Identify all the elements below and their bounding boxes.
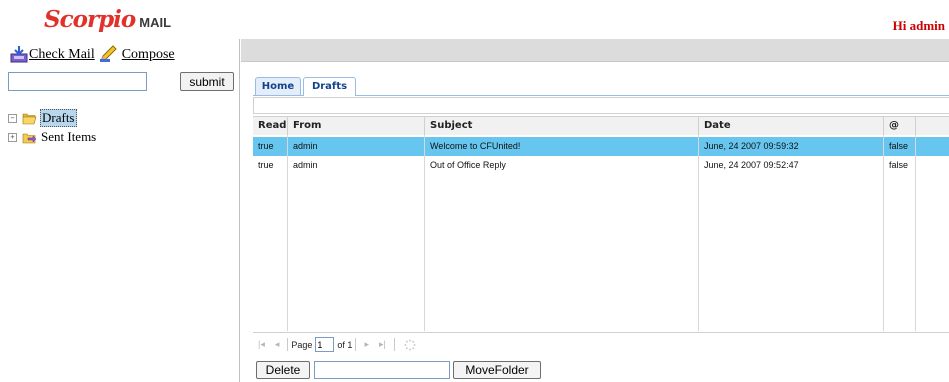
tab-strip: Home Drafts	[253, 77, 949, 96]
refresh-icon[interactable]	[404, 339, 416, 351]
page-label: Page	[291, 339, 313, 350]
grid-toolbar	[253, 97, 949, 114]
table-row[interactable]: true admin Out of Office Reply June, 24 …	[253, 156, 949, 175]
previous-page-icon[interactable]: ◂	[275, 339, 280, 350]
logo-suffix: MAIL	[139, 15, 172, 30]
toolbar-separator	[355, 338, 357, 351]
next-page-icon[interactable]: ▸	[364, 339, 369, 350]
folder-label: Sent Items	[41, 129, 97, 144]
column-header-attachment[interactable]: @	[884, 117, 916, 135]
paging-toolbar: |◂ ◂ Page of 1 ▸ ▸|	[253, 332, 949, 356]
folder-drafts[interactable]: − Drafts	[8, 109, 97, 127]
column-header-read[interactable]: Read	[253, 117, 288, 135]
sent-folder-icon	[22, 133, 37, 143]
cell-read: true	[258, 141, 274, 151]
mail-actions: Check Mail Compose	[10, 45, 175, 63]
toolbar-separator	[393, 338, 395, 351]
main-panel: Home Drafts Read From Subject Date @ tru…	[241, 39, 949, 382]
column-divider	[915, 135, 916, 331]
compose-link[interactable]: Compose	[99, 45, 175, 63]
column-header-subject[interactable]: Subject	[425, 117, 699, 135]
column-divider	[698, 135, 699, 331]
tab-home[interactable]: Home	[255, 77, 301, 95]
cell-date: June, 24 2007 09:59:32	[704, 141, 799, 151]
logo-brand: Scorpio	[44, 6, 136, 33]
move-folder-input[interactable]	[314, 361, 450, 379]
table-row[interactable]: true admin Welcome to CFUnited! June, 24…	[253, 137, 949, 156]
check-mail-icon	[10, 46, 28, 63]
last-page-icon[interactable]: ▸|	[379, 339, 386, 350]
check-mail-label: Check Mail	[29, 47, 95, 62]
column-divider	[883, 135, 884, 331]
column-divider	[424, 135, 425, 331]
expand-icon[interactable]: −	[8, 113, 17, 123]
user-greeting: Hi admin	[892, 18, 945, 33]
column-header-date[interactable]: Date	[699, 117, 884, 135]
tab-drafts[interactable]: Drafts	[303, 77, 356, 96]
cell-subject: Out of Office Reply	[430, 160, 506, 170]
column-header-from[interactable]: From	[288, 117, 425, 135]
open-folder-icon	[22, 113, 37, 124]
page-total-label: of 1	[337, 339, 353, 350]
cell-attachment: false	[889, 141, 909, 151]
left-panel: Check Mail Compose submit − Drafts + Sen…	[0, 39, 240, 382]
cell-subject: Welcome to CFUnited!	[430, 141, 521, 151]
message-grid: true admin Welcome to CFUnited! June, 24…	[253, 135, 949, 331]
top-bar	[241, 39, 949, 62]
cell-date: June, 24 2007 09:52:47	[704, 160, 799, 170]
expand-icon[interactable]: +	[8, 132, 17, 142]
toolbar-separator	[287, 338, 289, 351]
cell-from: admin	[293, 141, 318, 151]
app-logo: Scorpio MAIL	[44, 6, 171, 34]
compose-label: Compose	[121, 47, 175, 62]
cell-from: admin	[293, 160, 318, 170]
search-input[interactable]	[8, 72, 147, 91]
move-folder-button[interactable]: MoveFolder	[453, 361, 541, 379]
cell-read: true	[258, 160, 274, 170]
app-header: Scorpio MAIL Hi admin	[0, 0, 949, 38]
grid-header: Read From Subject Date @	[253, 116, 949, 136]
first-page-icon[interactable]: |◂	[258, 339, 265, 350]
cell-attachment: false	[889, 160, 909, 170]
compose-icon	[99, 45, 117, 62]
submit-button[interactable]: submit	[180, 72, 234, 91]
column-divider	[287, 135, 288, 331]
bottom-actions: Delete MoveFolder	[253, 361, 949, 381]
folder-label: Drafts	[40, 109, 77, 127]
folder-sent-items[interactable]: + Sent Items	[8, 129, 97, 145]
folder-tree: − Drafts + Sent Items	[8, 109, 97, 148]
delete-button[interactable]: Delete	[256, 361, 310, 379]
check-mail-link[interactable]: Check Mail	[10, 45, 95, 63]
page-number-input[interactable]	[315, 337, 335, 352]
